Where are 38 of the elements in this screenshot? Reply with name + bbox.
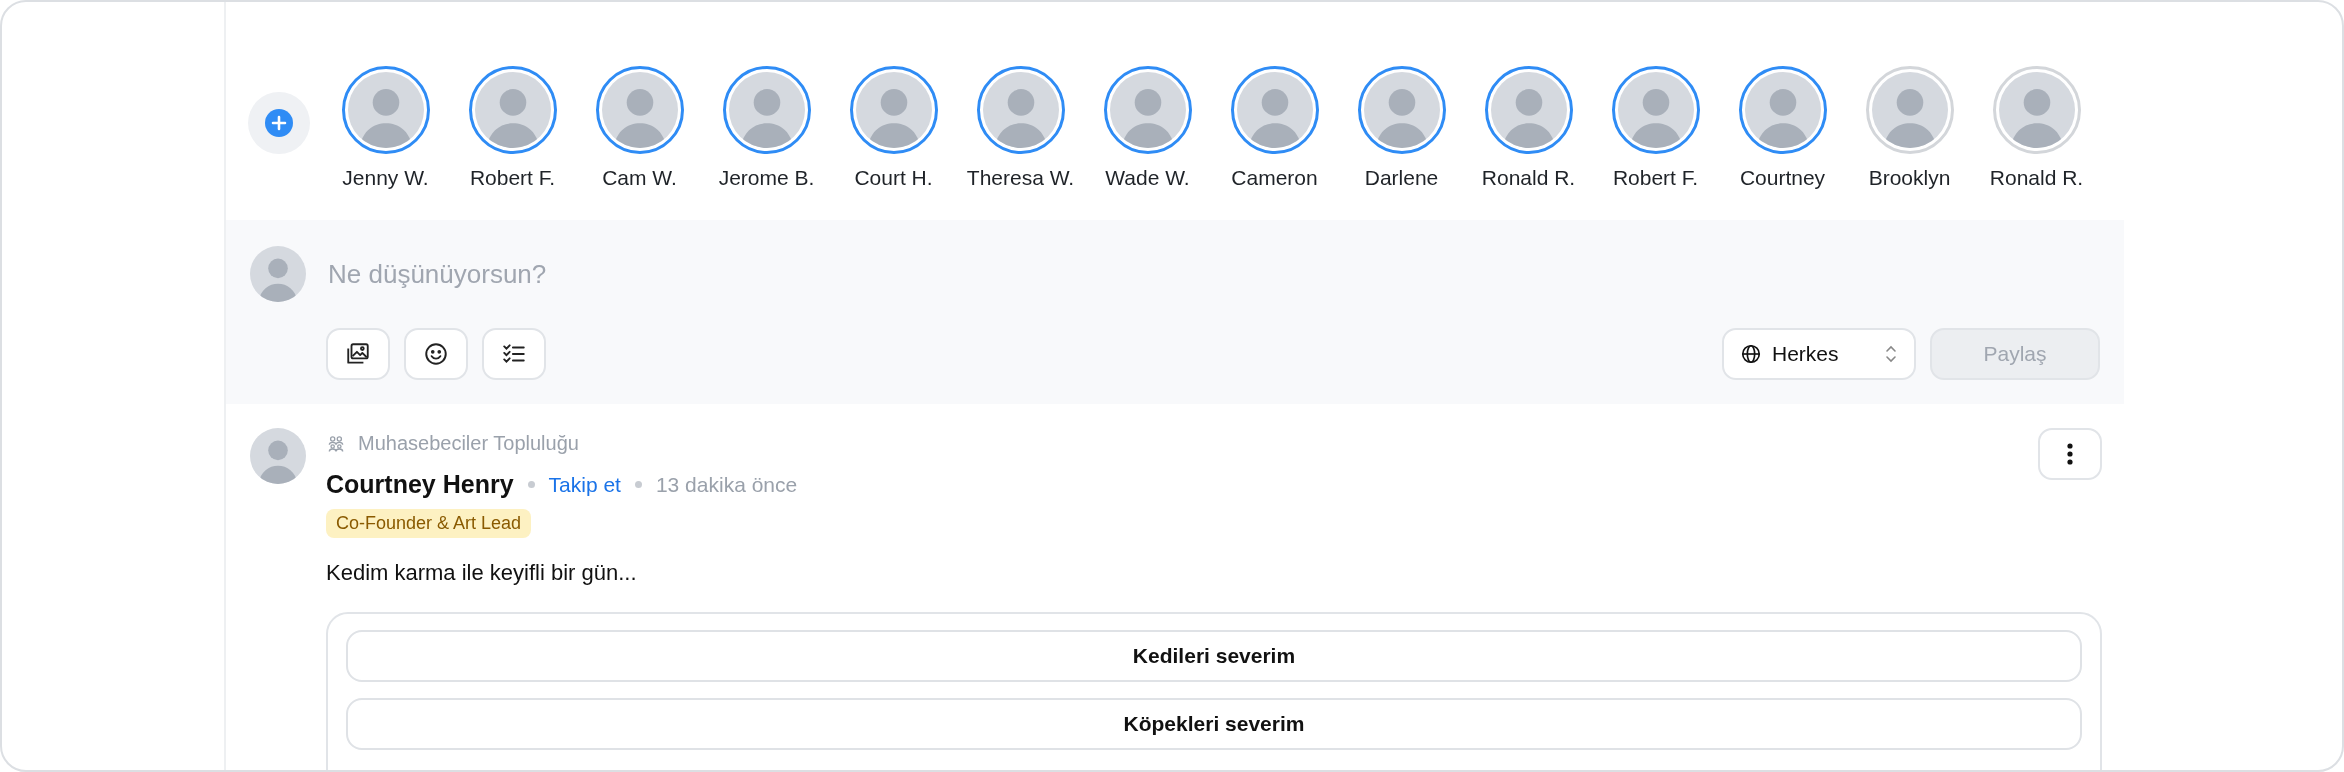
story-name: Jerome B. xyxy=(718,166,815,190)
role-badge: Co-Founder & Art Lead xyxy=(326,509,532,538)
group-icon xyxy=(326,433,346,454)
poll-option[interactable]: Kedileri severim xyxy=(346,630,2082,682)
post-text: Kedim karma ile keyifli bir gün... xyxy=(326,560,637,586)
story-name: Brooklyn xyxy=(1868,166,1951,190)
separator-dot xyxy=(527,481,535,488)
story-name: Wade W. xyxy=(1105,166,1190,190)
post-time: 13 dakika önce xyxy=(655,472,798,497)
globe-icon xyxy=(1740,343,1762,365)
more-button[interactable] xyxy=(2038,428,2102,480)
story-name: Court H. xyxy=(854,166,933,190)
story-name: Robert F. xyxy=(1612,166,1699,190)
author-avatar xyxy=(250,428,306,484)
emoji-button[interactable] xyxy=(404,328,468,380)
story-name: Jenny W. xyxy=(342,166,429,190)
separator-dot xyxy=(634,481,642,488)
checklist-button[interactable] xyxy=(482,328,546,380)
follow-link[interactable]: Takip et xyxy=(548,472,621,497)
story-name: Cameron xyxy=(1231,166,1318,190)
story-name: Robert F. xyxy=(469,166,556,190)
story-name: Cam W. xyxy=(602,166,677,190)
poll-option[interactable]: Köpekleri severim xyxy=(346,698,2082,750)
story-name: Darlene xyxy=(1364,166,1439,190)
chevron-updown-icon xyxy=(1884,343,1898,365)
story-name: Ronald R. xyxy=(1481,166,1576,190)
smiley-icon xyxy=(423,341,449,367)
author-name[interactable]: Courtney Henry xyxy=(326,470,514,499)
user-avatar xyxy=(250,246,306,302)
audience-select[interactable]: Herkes xyxy=(1722,328,1916,380)
more-vertical-icon xyxy=(2067,442,2073,466)
image-button[interactable] xyxy=(326,328,390,380)
story-name: Courtney xyxy=(1739,166,1826,190)
story-name: Ronald R. xyxy=(1989,166,2084,190)
story-name: Theresa W. xyxy=(966,166,1075,190)
plus-icon xyxy=(265,109,293,137)
post-input-field[interactable]: Ne düşünüyorsun? xyxy=(326,257,930,291)
image-icon xyxy=(345,341,371,367)
